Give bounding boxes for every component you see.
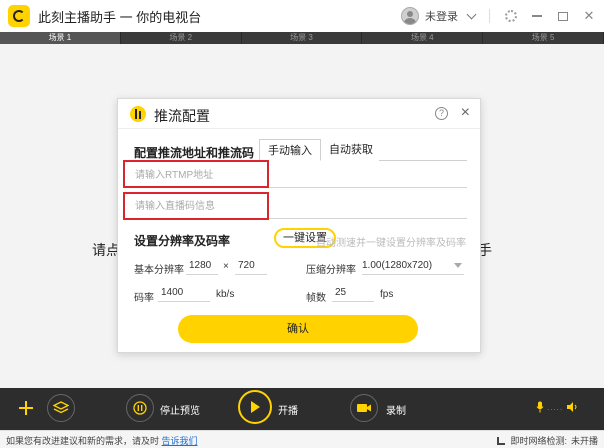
record-button[interactable] (350, 394, 378, 422)
layers-button[interactable] (47, 394, 75, 422)
minimize-icon (532, 15, 542, 17)
network-check-label: 即时网络检测: (510, 436, 567, 446)
audio-controls[interactable]: ..... (536, 398, 586, 416)
stop-preview-button[interactable] (126, 394, 154, 422)
pause-icon (133, 401, 147, 415)
section-title-resolution: 设置分辨率及码率 (134, 234, 231, 248)
help-icon[interactable]: ? (435, 107, 448, 120)
play-icon (251, 401, 260, 413)
network-status: 即时网络检测: 未开播 (497, 434, 598, 447)
close-icon[interactable]: × (461, 104, 470, 122)
network-check-value: 未开播 (570, 436, 598, 446)
add-source-button[interactable] (12, 394, 40, 422)
feedback-link[interactable]: 告诉我们 (162, 436, 198, 446)
volume-dots: ..... (547, 402, 564, 412)
dialog-title: 推流配置 (154, 108, 210, 124)
tab-scene-1[interactable]: 场景 1 (0, 32, 121, 44)
compressed-resolution-label: 压缩分辨率 (306, 265, 356, 276)
stop-preview-label[interactable]: 停止预览 (160, 402, 200, 417)
microphone-icon[interactable] (536, 401, 544, 413)
avatar[interactable] (401, 7, 419, 25)
bitrate-label: 码率 (134, 293, 154, 304)
tab-manual-input[interactable]: 手动输入 (259, 139, 321, 161)
bottom-toolbar (0, 388, 604, 430)
app-title: 此刻主播助手 一 你的电视台 (38, 9, 202, 25)
maximize-button[interactable] (552, 5, 574, 27)
times-sign: × (223, 261, 229, 272)
record-label[interactable]: 录制 (386, 402, 406, 417)
base-resolution-label: 基本分辨率 (134, 265, 184, 276)
start-stream-label[interactable]: 开播 (278, 402, 298, 417)
confirm-button[interactable]: 确认 (178, 315, 418, 343)
highlight-box (123, 160, 269, 188)
speaker-icon[interactable] (566, 401, 578, 413)
compressed-resolution-select[interactable]: 1.00(1280x720) (362, 259, 464, 275)
divider (379, 160, 467, 161)
feedback-prompt: 如果您有改进建议和新的需求，请及时 (6, 436, 160, 446)
gear-icon (505, 10, 517, 22)
layers-icon (53, 401, 69, 414)
bitrate-field[interactable]: 1400 (158, 286, 210, 302)
fps-field[interactable]: 25 (332, 286, 374, 302)
title-bar: 此刻主播助手 一 你的电视台 未登录 ✕ (0, 0, 604, 32)
canvas-hint-left: 请点 (92, 242, 120, 258)
tab-auto-fetch[interactable]: 自动获取 (323, 139, 379, 161)
compressed-resolution-value: 1.00(1280x720) (362, 260, 433, 271)
close-window-button[interactable]: ✕ (578, 5, 600, 27)
chevron-down-icon (454, 263, 462, 268)
chevron-down-icon[interactable] (466, 9, 477, 19)
divider (489, 9, 490, 23)
minimize-button[interactable] (526, 5, 548, 27)
base-width-field[interactable]: 1280 (186, 259, 218, 275)
auto-test-hint: 自动测速并一键设置分辨率及码率 (316, 238, 466, 249)
tab-scene-4[interactable]: 场景 4 (362, 32, 484, 44)
status-bar: 如果您有改进建议和新的需求，请及时 告诉我们 即时网络检测: 未开播 (0, 430, 604, 448)
fps-unit: fps (380, 289, 394, 300)
tab-scene-3[interactable]: 场景 3 (242, 32, 363, 44)
stream-settings-icon (130, 106, 146, 122)
scene-tabs: 场景 1 场景 2 场景 3 场景 4 场景 5 (0, 32, 604, 44)
tab-scene-5[interactable]: 场景 5 (483, 32, 604, 44)
start-stream-button[interactable] (238, 390, 272, 424)
bitrate-unit: kb/s (216, 289, 235, 300)
fps-label: 帧数 (306, 293, 326, 304)
section-title-address: 配置推流地址和推流码 (134, 146, 255, 160)
plus-icon-v (25, 401, 27, 415)
tab-scene-2[interactable]: 场景 2 (121, 32, 242, 44)
status-message: 如果您有改进建议和新的需求，请及时 告诉我们 (6, 434, 198, 447)
network-icon (497, 436, 506, 445)
highlight-box (123, 192, 269, 220)
app-logo-icon (8, 5, 30, 27)
settings-button[interactable] (500, 5, 522, 27)
camera-icon (357, 404, 371, 412)
login-status[interactable]: 未登录 (425, 8, 458, 24)
dialog-header: 推流配置 ? × (118, 99, 480, 129)
maximize-icon (558, 11, 568, 21)
close-icon: ✕ (583, 8, 595, 23)
base-height-field[interactable]: 720 (235, 259, 267, 275)
